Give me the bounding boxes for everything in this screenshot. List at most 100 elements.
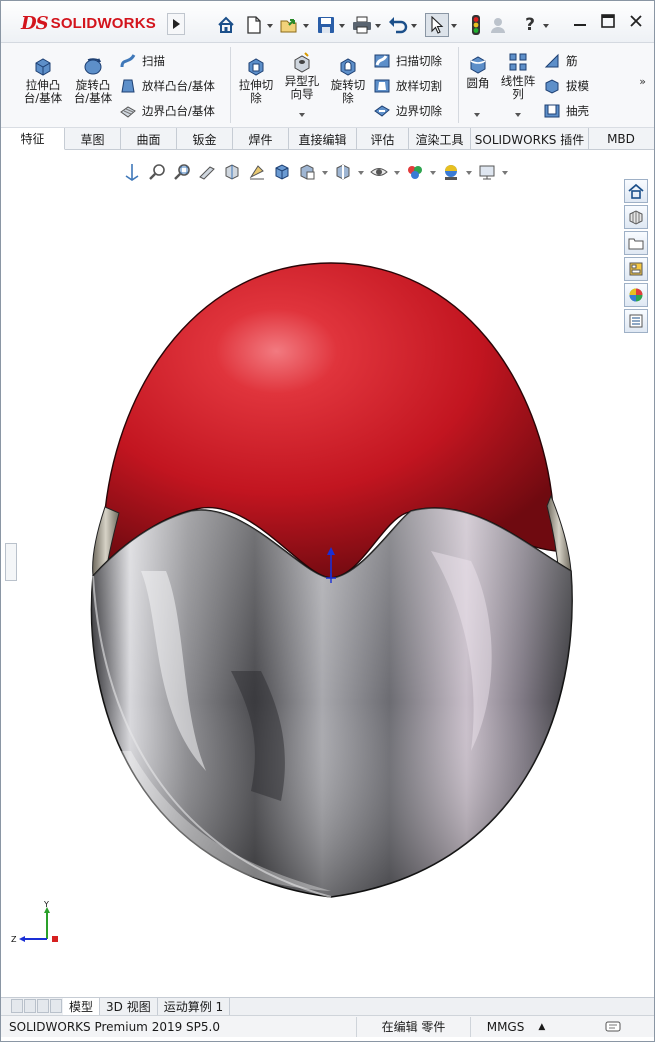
- rib-button[interactable]: 筋: [543, 51, 578, 71]
- boundary-cut-button[interactable]: 边界切除: [373, 101, 442, 121]
- zoom-to-fit-icon[interactable]: [121, 161, 143, 183]
- status-tooltip-icon[interactable]: [561, 1020, 641, 1034]
- select-icon[interactable]: [425, 13, 449, 37]
- next-tab-arrow[interactable]: [37, 998, 49, 1013]
- tab-mbd[interactable]: MBD: [589, 128, 653, 150]
- feature-tree-toggle[interactable]: [5, 543, 17, 581]
- tab-direct-editing[interactable]: 直接编辑: [289, 128, 357, 150]
- fillet-button[interactable]: 圆角: [463, 53, 493, 90]
- new-file-icon[interactable]: [243, 14, 265, 36]
- print-dropdown[interactable]: [373, 14, 383, 36]
- swept-cut-button[interactable]: 扫描切除: [373, 51, 442, 71]
- display-mode-dropdown[interactable]: [357, 161, 365, 183]
- more-commands-button[interactable]: »: [639, 75, 646, 88]
- help-icon[interactable]: ?: [519, 14, 541, 36]
- group-divider: [230, 47, 231, 123]
- lofted-cut-button[interactable]: 放样切割: [373, 76, 442, 96]
- section-view-icon[interactable]: [196, 161, 218, 183]
- edit-appearance-icon[interactable]: [404, 161, 426, 183]
- tab-weldments[interactable]: 焊件: [233, 128, 289, 150]
- units-up-icon: ▲: [538, 1021, 546, 1032]
- boundary-boss-button[interactable]: 边界凸台/基体: [119, 101, 215, 121]
- file-explorer-icon[interactable]: [624, 231, 648, 255]
- prev-tab-arrow[interactable]: [24, 998, 36, 1013]
- maximize-icon[interactable]: [600, 13, 616, 29]
- print-icon[interactable]: [351, 14, 373, 36]
- loft-icon: [121, 79, 135, 93]
- undo-dropdown[interactable]: [409, 14, 419, 36]
- tab-model[interactable]: 模型: [63, 998, 101, 1015]
- command-manager: 拉伸凸 台/基体 旋转凸 台/基体 扫描 放样凸台/基体 边界凸台/基体 拉伸切…: [1, 43, 654, 128]
- tab-surfaces[interactable]: 曲面: [121, 128, 177, 150]
- revolve-cut-button[interactable]: 旋转切 除: [327, 55, 369, 105]
- undo-icon[interactable]: [387, 14, 409, 36]
- units-selector[interactable]: MMGS ▲: [471, 1017, 561, 1037]
- open-icon[interactable]: [279, 14, 301, 36]
- tab-evaluate[interactable]: 评估: [357, 128, 409, 150]
- tab-sketch[interactable]: 草图: [65, 128, 121, 150]
- view-palette-icon[interactable]: [624, 257, 648, 281]
- user-icon[interactable]: [487, 14, 509, 36]
- linear-pattern-dropdown[interactable]: [515, 113, 521, 117]
- tab-motion-study-1[interactable]: 运动算例 1: [158, 998, 231, 1015]
- revolve-boss-button[interactable]: 旋转凸 台/基体: [69, 55, 117, 105]
- hide-show-icon[interactable]: [296, 161, 318, 183]
- select-dropdown[interactable]: [449, 14, 459, 36]
- new-dropdown[interactable]: [265, 14, 275, 36]
- tab-features[interactable]: 特征: [1, 128, 65, 150]
- extrude-boss-button[interactable]: 拉伸凸 台/基体: [19, 55, 67, 105]
- fillet-dropdown[interactable]: [474, 113, 480, 117]
- revolve-boss-icon: [84, 58, 102, 75]
- tab-sheet-metal[interactable]: 钣金: [177, 128, 233, 150]
- save-icon[interactable]: [315, 14, 337, 36]
- extrude-cut-button[interactable]: 拉伸切 除: [235, 55, 277, 105]
- hole-wizard-label: 异型孔 向导: [284, 74, 320, 101]
- rebuild-icon[interactable]: [465, 14, 487, 36]
- open-dropdown[interactable]: [301, 14, 311, 36]
- view-orientation-icon[interactable]: [246, 161, 268, 183]
- eye-dropdown[interactable]: [393, 161, 401, 183]
- tab-render-tools[interactable]: 渲染工具: [409, 128, 471, 150]
- last-tab-arrow[interactable]: [50, 998, 62, 1013]
- previous-view-icon[interactable]: [171, 161, 193, 183]
- view-settings-icon[interactable]: [476, 161, 498, 183]
- display-mode-icon[interactable]: [332, 161, 354, 183]
- graphics-area[interactable]: [1, 151, 654, 997]
- zoom-area-icon[interactable]: [146, 161, 168, 183]
- dynamic-annotation-icon[interactable]: [221, 161, 243, 183]
- expand-menu-arrow[interactable]: [167, 13, 185, 35]
- appearances-icon[interactable]: [624, 283, 648, 307]
- custom-properties-icon[interactable]: [624, 309, 648, 333]
- shell-button[interactable]: 抽壳: [543, 101, 589, 121]
- display-style-icon[interactable]: [271, 161, 293, 183]
- design-library-icon[interactable]: [624, 205, 648, 229]
- eye-icon[interactable]: [368, 161, 390, 183]
- solidworks-logo[interactable]: DS SOLIDWORKS: [21, 11, 156, 35]
- draft-button[interactable]: 拔模: [543, 76, 589, 96]
- hide-show-dropdown[interactable]: [321, 161, 329, 183]
- tab-solidworks-addins[interactable]: SOLIDWORKS 插件: [471, 128, 589, 150]
- task-pane-home-icon[interactable]: [624, 179, 648, 203]
- help-dropdown[interactable]: [541, 14, 551, 36]
- apply-scene-icon[interactable]: [440, 161, 462, 183]
- tab-label: 草图: [80, 132, 105, 147]
- scene-dropdown[interactable]: [465, 161, 473, 183]
- home-icon[interactable]: [215, 14, 237, 36]
- ds-mark: DS: [21, 12, 49, 34]
- linear-pattern-button[interactable]: 线性阵 列: [497, 51, 539, 101]
- egg-model[interactable]: [1, 151, 654, 997]
- tab-3d-views[interactable]: 3D 视图: [100, 998, 158, 1015]
- tab-label: 3D 视图: [106, 1000, 151, 1014]
- loft-button[interactable]: 放样凸台/基体: [119, 76, 215, 96]
- product-name: SOLIDWORKS Premium 2019 SP5.0: [9, 1019, 220, 1034]
- fillet-icon: [470, 56, 486, 74]
- minimize-icon[interactable]: [572, 13, 588, 29]
- hole-wizard-button[interactable]: 异型孔 向导: [281, 51, 323, 101]
- appearance-dropdown[interactable]: [429, 161, 437, 183]
- sweep-button[interactable]: 扫描: [119, 51, 165, 71]
- view-settings-dropdown[interactable]: [501, 161, 509, 183]
- save-dropdown[interactable]: [337, 14, 347, 36]
- close-icon[interactable]: [628, 13, 644, 29]
- first-tab-arrow[interactable]: [11, 998, 23, 1013]
- hole-wizard-dropdown[interactable]: [299, 113, 305, 117]
